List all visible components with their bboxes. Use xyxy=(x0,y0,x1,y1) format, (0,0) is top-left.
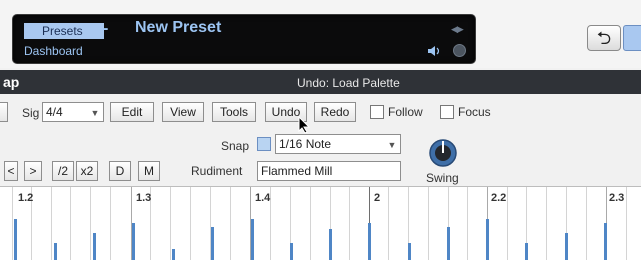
note-hit[interactable] xyxy=(290,243,293,260)
note-hit[interactable] xyxy=(251,219,254,260)
preset-nav-arrows-icon[interactable]: ◀▶ xyxy=(451,24,464,35)
focus-label: Focus xyxy=(458,105,491,119)
chevron-down-icon: ▼ xyxy=(90,108,100,118)
bar-label: 1.4 xyxy=(255,192,271,204)
preset-separator: - xyxy=(103,20,109,37)
note-hit[interactable] xyxy=(486,219,489,260)
undo-status: Undo: Load Palette xyxy=(297,76,400,90)
grid-line xyxy=(230,187,231,260)
half-speed-button[interactable]: /2 xyxy=(52,161,74,181)
grid-line xyxy=(507,187,508,260)
speaker-icon[interactable] xyxy=(427,45,441,57)
note-hit[interactable] xyxy=(93,233,96,260)
volume-knob-icon[interactable] xyxy=(453,44,466,57)
snap-label: Snap xyxy=(221,139,250,153)
note-hit[interactable] xyxy=(408,243,411,260)
grid-line xyxy=(90,187,91,260)
note-hit[interactable] xyxy=(172,249,175,260)
double-speed-button[interactable]: x2 xyxy=(76,161,98,181)
grid-line xyxy=(12,187,13,260)
loop-button[interactable]: ⮌ xyxy=(587,25,621,51)
top-strip: Presets - New Preset Dashboard ◀▶ ⮌ xyxy=(0,0,641,68)
preset-display: Presets - New Preset Dashboard ◀▶ xyxy=(12,14,476,64)
grid-line xyxy=(170,187,171,260)
grid-line xyxy=(310,187,311,260)
redo-button[interactable]: Redo xyxy=(314,102,356,122)
note-hit[interactable] xyxy=(132,223,135,260)
edit-menu-button[interactable]: Edit xyxy=(110,102,154,122)
mouse-cursor-icon xyxy=(298,116,311,134)
swing-label: Swing xyxy=(426,171,459,185)
sig-label: Sig xyxy=(22,106,40,120)
bar-label: 2.3 xyxy=(609,192,625,204)
snap-value: 1/16 Note xyxy=(279,137,332,151)
note-hit[interactable] xyxy=(211,227,214,260)
time-signature-select[interactable]: 4/4 ▼ xyxy=(42,102,104,122)
grid-line xyxy=(190,187,191,260)
tools-menu-button[interactable]: Tools xyxy=(212,102,256,122)
grid-line xyxy=(388,187,389,260)
bar-label: 2.2 xyxy=(491,192,507,204)
swing-knob-icon[interactable] xyxy=(428,138,458,168)
bar-label: 1.2 xyxy=(18,192,34,204)
note-hit[interactable] xyxy=(14,219,17,260)
follow-label: Follow xyxy=(388,105,423,119)
left-edge-button[interactable] xyxy=(0,102,8,122)
follow-checkbox[interactable] xyxy=(370,105,384,119)
window-title: ap xyxy=(3,74,20,90)
focus-checkbox[interactable] xyxy=(440,105,454,119)
snap-value-select[interactable]: 1/16 Note ▼ xyxy=(275,134,401,154)
note-hit[interactable] xyxy=(604,223,607,260)
grid-line xyxy=(546,187,547,260)
note-hit[interactable] xyxy=(447,227,450,260)
rudiment-field[interactable]: Flammed Mill xyxy=(257,161,401,181)
presets-tab[interactable]: Presets xyxy=(24,23,104,39)
grid-line xyxy=(70,187,71,260)
note-hit[interactable] xyxy=(329,229,332,260)
grid-line xyxy=(349,187,350,260)
bar-label: 2 xyxy=(374,192,381,204)
timeline-grid[interactable]: 1.2 1.3 1.4 2 2.2 2.3 xyxy=(0,186,641,260)
view-toggle-button[interactable] xyxy=(623,25,641,51)
grid-line xyxy=(428,187,429,260)
window-titlebar: ap Undo: Load Palette xyxy=(0,70,641,94)
preset-name[interactable]: New Preset xyxy=(135,19,221,37)
grid-line xyxy=(110,187,111,260)
prev-button[interactable]: < xyxy=(4,161,18,181)
next-button[interactable]: > xyxy=(24,161,42,181)
d-button[interactable]: D xyxy=(109,161,131,181)
snap-checkbox[interactable] xyxy=(257,137,271,151)
grid-line xyxy=(467,187,468,260)
note-hit[interactable] xyxy=(54,243,57,260)
bar-label: 1.3 xyxy=(136,192,152,204)
time-signature-value: 4/4 xyxy=(46,105,63,119)
grid-line xyxy=(626,187,627,260)
m-button[interactable]: M xyxy=(138,161,160,181)
dashboard-link[interactable]: Dashboard xyxy=(24,44,83,58)
view-menu-button[interactable]: View xyxy=(162,102,204,122)
grid-line xyxy=(51,187,52,260)
grid-line xyxy=(586,187,587,260)
note-hit[interactable] xyxy=(368,223,371,260)
note-hit[interactable] xyxy=(525,243,528,260)
chevron-down-icon: ▼ xyxy=(387,140,397,150)
rudiment-label: Rudiment xyxy=(191,164,243,178)
note-hit[interactable] xyxy=(565,233,568,260)
